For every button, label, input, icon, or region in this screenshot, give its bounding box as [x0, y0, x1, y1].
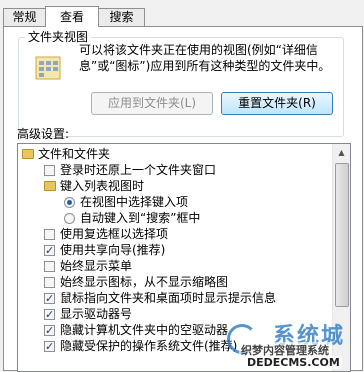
- tab-general[interactable]: 常规: [3, 8, 46, 26]
- watermark: 系统城 织梦内容管理系统 DEDECMS.COM: [215, 318, 364, 371]
- tab-general-label: 常规: [12, 10, 37, 24]
- folder-view-icon: [35, 56, 61, 80]
- list-item-label: 始终显示菜单: [60, 259, 133, 273]
- advanced-settings-label: 高级设置:: [17, 127, 70, 141]
- scrollbar-thumb[interactable]: [335, 163, 349, 307]
- tab-search-label: 搜索: [109, 10, 134, 24]
- tab-view[interactable]: 查看: [45, 6, 99, 27]
- checkbox[interactable]: [44, 323, 55, 338]
- checkbox[interactable]: [44, 291, 55, 306]
- watermark-url: DEDECMS.COM: [245, 356, 342, 369]
- list-item-label: 始终显示图标，从不显示缩略图: [60, 275, 229, 289]
- folder-views-group: 文件夹视图 可以将该文件夹正在使用的视图(例如“详细信息”或“图标”)应用到所有…: [18, 30, 344, 137]
- list-item-label: 显示驱动器号: [60, 307, 133, 321]
- list-item-label: 使用复选框以选择项: [60, 227, 169, 241]
- checkbox[interactable]: [44, 261, 55, 272]
- list-item-label: 自动键入到“搜索”框中: [80, 211, 201, 225]
- tab-search[interactable]: 搜索: [98, 8, 145, 26]
- radio-button[interactable]: [64, 197, 75, 208]
- list-item-label: 登录时还原上一个文件夹窗口: [60, 163, 217, 177]
- tab-view-label: 查看: [59, 10, 84, 24]
- list-item-label: 隐藏计算机文件夹中的空驱动器: [60, 323, 229, 337]
- checkbox[interactable]: [44, 307, 55, 322]
- list-item-label: 在视图中选择键入项: [80, 195, 189, 209]
- folder-icon: [44, 181, 56, 191]
- scroll-up-arrow-icon[interactable]: ▲: [333, 144, 350, 161]
- checkbox[interactable]: [44, 243, 55, 258]
- apply-to-folders-button[interactable]: 应用到文件夹(L): [91, 92, 213, 115]
- list-item-label: 隐藏受保护的操作系统文件(推荐): [60, 339, 238, 353]
- checkbox[interactable]: [44, 165, 55, 176]
- radio-button[interactable]: [64, 213, 75, 224]
- checkbox[interactable]: [44, 277, 55, 288]
- checkbox[interactable]: [44, 339, 55, 354]
- folder-views-description: 可以将该文件夹正在使用的视图(例如“详细信息”或“图标”)应用到所有这种类型的文…: [79, 43, 331, 73]
- list-item-label: 文件和文件夹: [38, 147, 111, 161]
- list-item-label: 鼠标指向文件夹和桌面项时显示提示信息: [60, 291, 277, 305]
- folder-icon: [22, 149, 34, 159]
- list-item-label: 使用共享向导(推荐): [60, 243, 166, 257]
- list-item-label: 键入列表视图时: [60, 179, 145, 193]
- checkbox[interactable]: [44, 229, 55, 240]
- reset-folders-button[interactable]: 重置文件夹(R): [221, 92, 333, 115]
